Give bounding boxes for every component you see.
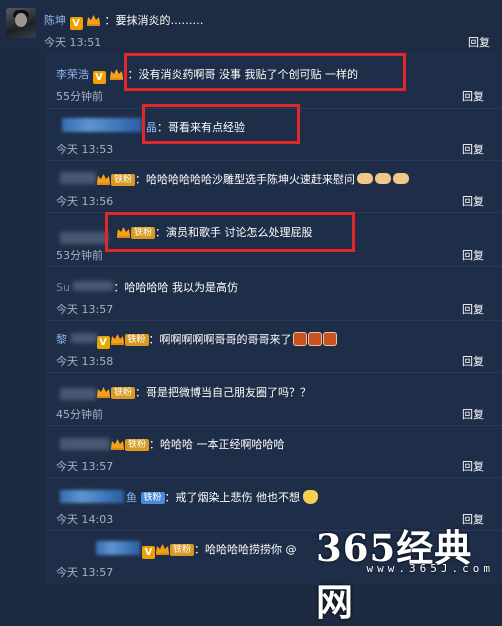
list-item: Su ：哈哈哈哈 我以为是高仿	[56, 279, 238, 295]
highlight-box	[142, 104, 300, 144]
reply-button[interactable]: 回复	[462, 301, 484, 317]
list-item: V 铁粉 ：哈哈哈哈捞捞你 @	[142, 541, 297, 559]
timestamp: 今天 13:56	[56, 195, 114, 208]
crown-icon	[111, 439, 124, 450]
comment-text: ：哈哈哈哈捞捞你 @	[194, 543, 297, 556]
avatar[interactable]	[6, 8, 36, 38]
reply-button[interactable]: 回复	[462, 88, 484, 104]
reply-button[interactable]: 回复	[462, 353, 484, 369]
blurred-username	[60, 438, 110, 450]
comment-text: ：哈哈哈哈 我以为是高仿	[113, 281, 238, 294]
crown-icon	[110, 334, 124, 345]
timestamp: 今天 13:57	[56, 303, 114, 316]
face-emoji-icon	[307, 332, 322, 346]
list-item: 黎 V 铁粉 ：啊啊啊啊啊哥哥的哥哥来了	[56, 331, 337, 349]
blurred-username	[60, 388, 96, 400]
blurred-username	[60, 232, 108, 244]
blurred-username	[60, 490, 124, 503]
comment-text: ：哈哈哈 一本正经啊哈哈哈	[149, 438, 285, 451]
comment-text: ：啊啊啊啊啊哥哥的哥哥来了	[148, 333, 292, 346]
timestamp: 53分钟前	[56, 249, 103, 262]
reply-button[interactable]: 回复	[462, 141, 484, 157]
comment-text: ：哈哈哈哈哈哈沙雕型选手陈坤火速赶来慰问	[135, 173, 356, 186]
list-item: 铁粉 ：哈哈哈 一本正经啊哈哈哈	[110, 436, 285, 452]
blurred-username	[70, 333, 97, 343]
timestamp: 55分钟前	[56, 90, 103, 103]
face-emoji-icon	[292, 332, 307, 346]
timestamp: 今天 13:51	[44, 36, 102, 49]
list-item: 铁粉 ：哈哈哈哈哈哈沙雕型选手陈坤火速赶来慰问	[96, 171, 410, 187]
highlight-box	[105, 212, 355, 252]
fan-badge: 铁粉	[140, 492, 165, 504]
verified-v-icon: V	[92, 71, 106, 84]
timestamp: 今天 14:03	[56, 513, 114, 526]
blurred-username	[73, 281, 114, 291]
clap-emoji-icon	[375, 173, 392, 184]
fan-badge: 铁粉	[111, 387, 136, 399]
commenter-name[interactable]: 陈坤	[44, 14, 66, 27]
timestamp: 今天 13:57	[56, 460, 114, 473]
fan-badge: 铁粉	[124, 334, 149, 346]
timestamp: 今天 13:53	[56, 143, 114, 156]
verified-v-icon: V	[69, 17, 83, 30]
verified-v-icon: V	[96, 336, 110, 349]
fan-badge: 铁粉	[125, 439, 150, 451]
top-comment: 陈坤 V ：要抹消炎的……… 今天 13:51 回复	[0, 0, 502, 52]
clap-emoji-icon	[357, 173, 374, 184]
fan-badge: 铁粉	[111, 174, 136, 186]
list-item: 铁粉 ：哥是把微博当自己朋友圈了吗？？	[96, 384, 311, 400]
cat-emoji-icon	[303, 490, 319, 504]
list-item: 鱼 铁粉 ：戒了烟染上悲伤 他也不想	[126, 489, 319, 505]
face-emoji-icon	[322, 332, 337, 346]
reply-button[interactable]: 回复	[468, 34, 490, 50]
blurred-username	[62, 118, 142, 132]
commenter-name[interactable]: 李荣浩	[56, 68, 89, 81]
clap-emoji-icon	[393, 173, 410, 184]
crown-icon	[97, 387, 110, 398]
reply-button[interactable]: 回复	[462, 406, 484, 422]
crown-icon	[87, 15, 100, 26]
crown-icon	[97, 174, 110, 185]
crown-icon	[156, 544, 169, 555]
blurred-username	[60, 172, 96, 184]
crown-icon	[110, 69, 123, 80]
commenter-name[interactable]: 黎	[56, 333, 67, 346]
highlight-box	[124, 53, 406, 91]
timestamp: 今天 13:58	[56, 355, 114, 368]
commenter-name[interactable]: Su	[56, 281, 70, 294]
blurred-username	[96, 541, 140, 555]
reply-button[interactable]: 回复	[462, 247, 484, 263]
comment-text: ：要抹消炎的………	[104, 14, 204, 27]
watermark-url: www.365J.com	[366, 562, 494, 575]
name-suffix[interactable]: 鱼	[126, 491, 137, 504]
reply-button[interactable]: 回复	[462, 458, 484, 474]
verified-v-icon: V	[142, 546, 155, 559]
comment-text: ：戒了烟染上悲伤 他也不想	[164, 491, 301, 504]
reply-button[interactable]: 回复	[462, 193, 484, 209]
timestamp: 今天 13:57	[56, 566, 114, 579]
comment-text: ：哥是把微博当自己朋友圈了吗？？	[135, 386, 312, 399]
timestamp: 45分钟前	[56, 408, 103, 421]
fan-badge: 铁粉	[170, 544, 195, 556]
watermark: 365经典网 www.365J.com	[316, 518, 496, 624]
